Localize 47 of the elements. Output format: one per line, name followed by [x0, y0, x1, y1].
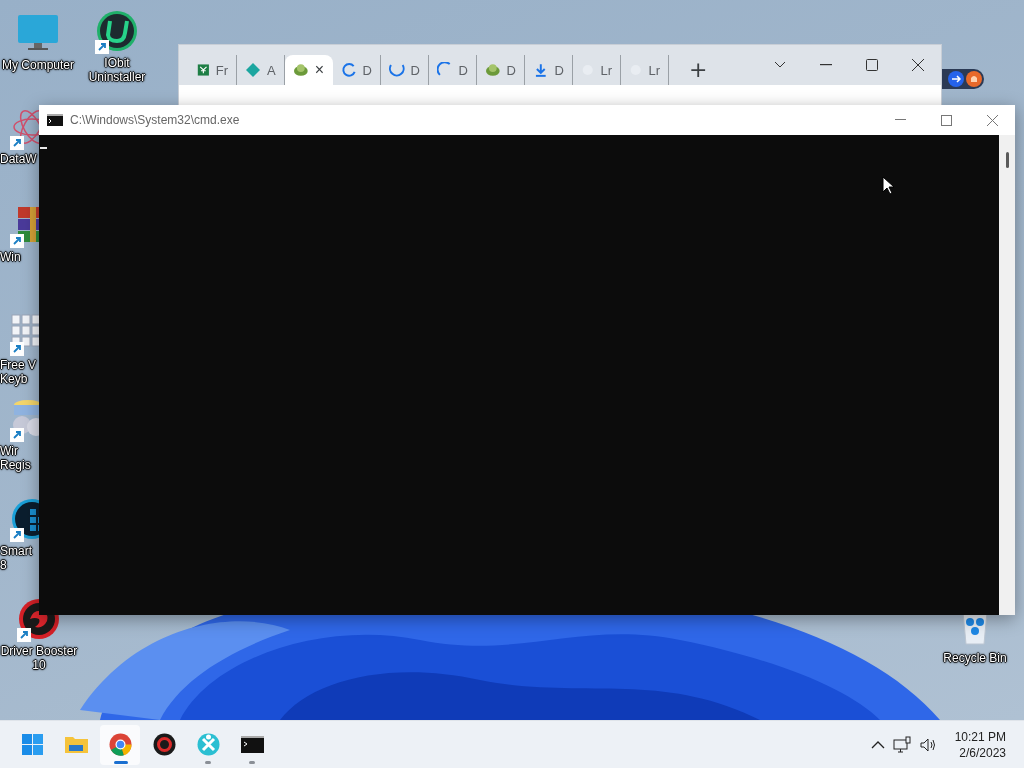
chevron-down-icon[interactable] — [774, 61, 786, 69]
minimize-icon[interactable] — [820, 64, 832, 66]
shortcut-arrow-icon — [10, 528, 24, 542]
start-icon[interactable] — [19, 732, 45, 757]
shortcut-arrow-icon — [10, 234, 24, 248]
mouse-pointer-icon — [882, 176, 894, 195]
shortcut-arrow-icon — [10, 342, 24, 356]
window-title: C:\Windows\System32\cmd.exe — [70, 113, 240, 127]
shortcut-arrow-icon — [95, 40, 109, 54]
maximize-icon[interactable] — [940, 114, 952, 126]
browser-icon[interactable] — [107, 732, 133, 757]
text-cursor — [40, 147, 47, 149]
icon-label: Recycle Bin — [943, 651, 1007, 665]
icon-label: IObit Uninstaller — [88, 56, 146, 84]
network-icon[interactable] — [892, 735, 911, 754]
scrollbar[interactable] — [999, 135, 1015, 615]
icon-label: My Computer — [2, 58, 74, 72]
close-icon[interactable] — [912, 59, 924, 71]
icon-label: Driver Booster 10 — [0, 644, 78, 672]
clock-date: 2/6/2023 — [959, 744, 1006, 761]
shortcut-arrow-icon — [17, 628, 31, 642]
icon-label: Wir Regis — [0, 444, 31, 472]
download-icon — [533, 62, 549, 78]
icon-label: Win — [0, 250, 21, 264]
shortcut-arrow-icon — [10, 428, 24, 442]
spinner-icon — [389, 62, 405, 78]
chevron-up-icon[interactable] — [870, 740, 885, 749]
clock-time: 10:21 PM — [954, 728, 1006, 745]
icon-label: Smart 8 — [0, 544, 32, 572]
tab-close-button[interactable]: × — [314, 62, 324, 78]
spinner-icon — [437, 62, 453, 78]
bell-icon — [966, 71, 982, 87]
icon-label: DataW — [0, 152, 37, 166]
close-icon[interactable] — [986, 114, 998, 126]
scrollbar-thumb[interactable] — [1005, 152, 1009, 168]
clock[interactable]: 10:21 PM 2/6/2023 — [954, 728, 1006, 761]
spinner-icon — [341, 62, 357, 78]
shortcut-arrow-icon — [10, 136, 24, 150]
console-icon — [47, 114, 63, 126]
browser-tab[interactable]: × — [285, 55, 333, 85]
icon-label: Free V Keyb — [0, 358, 36, 386]
new-tab-button[interactable]: + — [685, 56, 712, 82]
minimize-icon[interactable] — [894, 119, 906, 121]
maximize-icon[interactable] — [866, 59, 878, 71]
arrow-right-icon — [948, 71, 964, 87]
diamond-icon — [245, 62, 261, 78]
spreadsheet-icon — [197, 62, 210, 78]
